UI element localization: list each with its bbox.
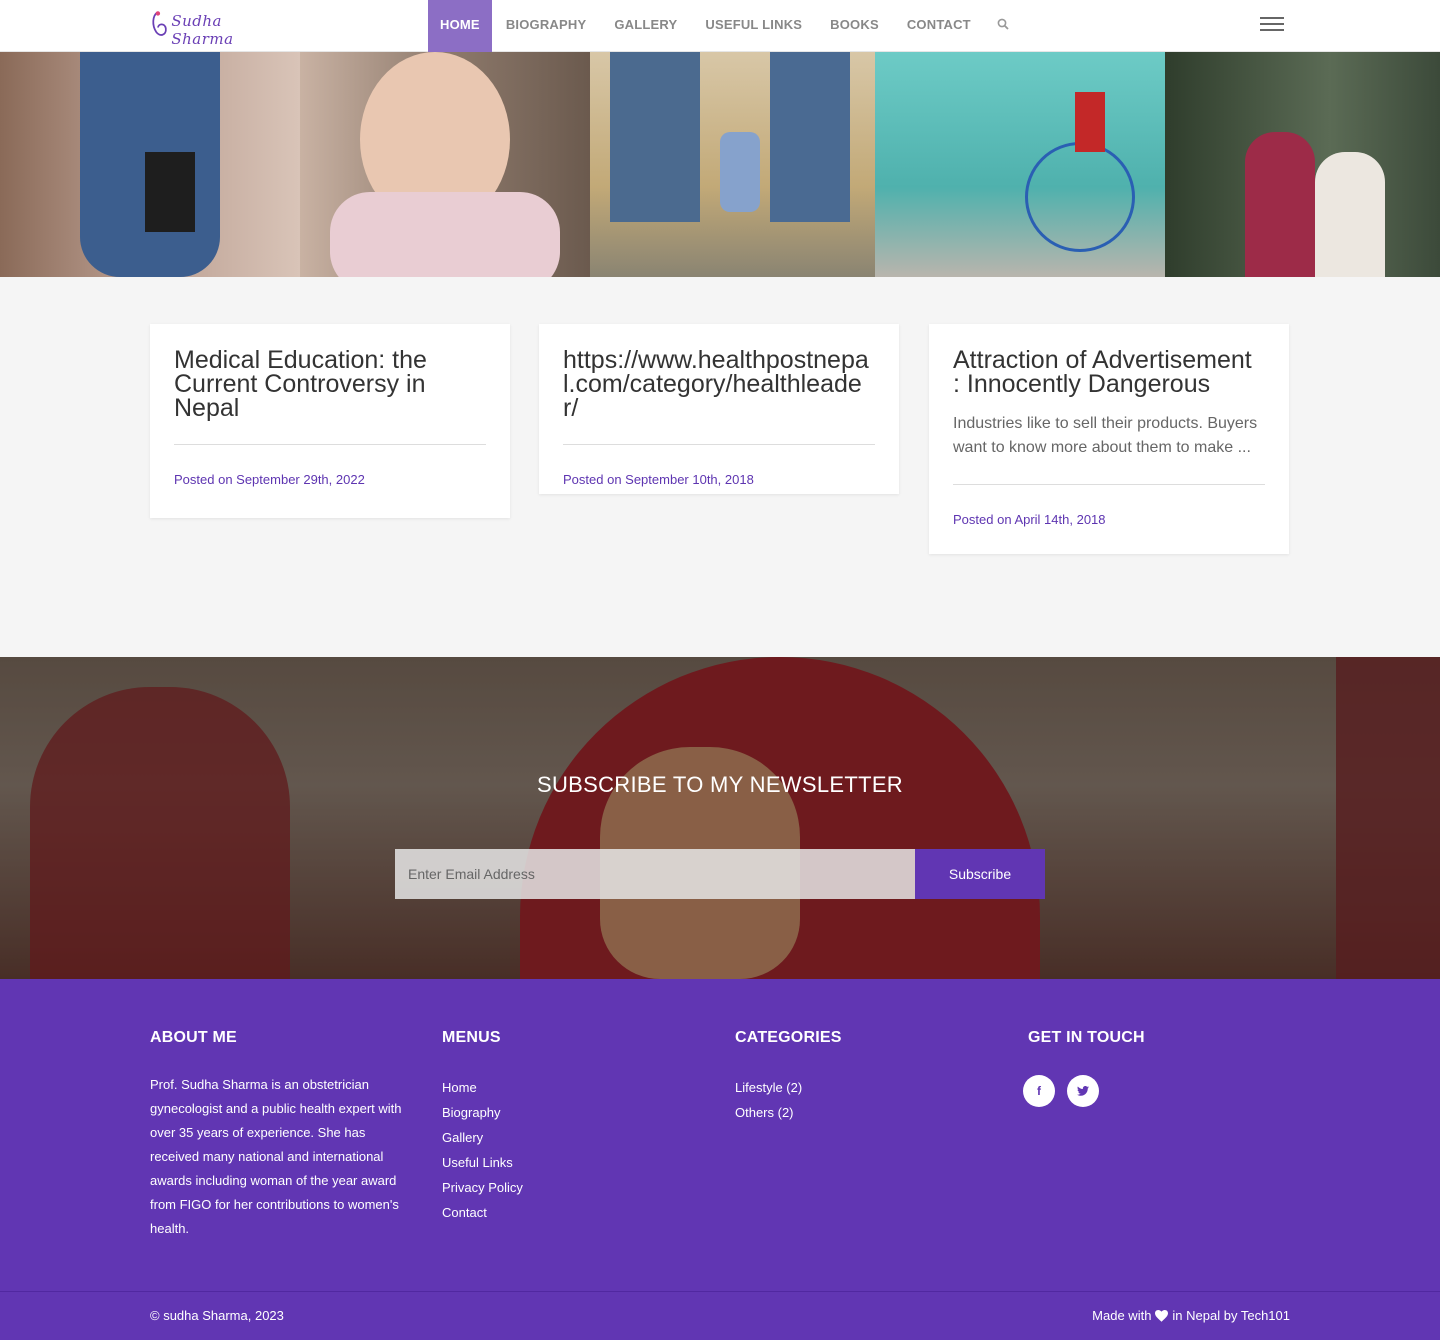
divider	[174, 444, 486, 445]
facebook-icon[interactable]: f	[1023, 1075, 1055, 1107]
footer-link-contact[interactable]: Contact	[442, 1200, 523, 1225]
footer-link-biography[interactable]: Biography	[442, 1100, 523, 1125]
nav-home[interactable]: HOME	[428, 0, 492, 52]
newsletter-heading: SUBSCRIBE TO MY NEWSLETTER	[537, 772, 903, 797]
nav-biography[interactable]: BIOGRAPHY	[492, 0, 601, 52]
nav-gallery[interactable]: GALLERY	[600, 0, 691, 52]
hero-photo-women	[1165, 52, 1440, 277]
hero-photo-family	[590, 52, 875, 277]
footer-link-privacy-policy[interactable]: Privacy Policy	[442, 1175, 523, 1200]
made-prefix: Made with	[1092, 1308, 1152, 1323]
subscribe-button[interactable]: Subscribe	[915, 849, 1045, 899]
post-date: Posted on September 10th, 2018	[563, 472, 754, 487]
top-navbar: Sudha Sharma HOME BIOGRAPHY GALLERY USEF…	[0, 0, 1440, 52]
divider	[563, 444, 875, 445]
hero-photo-baby	[300, 52, 590, 277]
footer-link-home[interactable]: Home	[442, 1075, 523, 1100]
site-logo[interactable]: Sudha Sharma	[150, 6, 275, 48]
footer-menus: MENUS Home Biography Gallery Useful Link…	[442, 1029, 523, 1225]
footer-menus-heading: MENUS	[442, 1029, 501, 1046]
post-date: Posted on April 14th, 2018	[953, 512, 1106, 527]
logo-mark-icon	[152, 11, 167, 36]
search-icon[interactable]	[985, 0, 1021, 52]
hero-photo-pregnant	[0, 52, 300, 277]
made-with-credit: Made with in Nepal by Tech101	[1092, 1308, 1290, 1323]
post-excerpt: Industries like to sell their products. …	[953, 415, 1258, 456]
post-card-1[interactable]: Medical Education: the Current Controver…	[150, 324, 510, 518]
footer-contact-heading: GET IN TOUCH	[1028, 1029, 1145, 1046]
footer-categories-heading: CATEGORIES	[735, 1029, 842, 1046]
divider	[953, 484, 1265, 485]
hero-photo-kids-bike	[875, 52, 1165, 277]
post-title[interactable]: https://www.healthpostnepal.com/category…	[563, 348, 875, 421]
nav-useful-links[interactable]: USEFUL LINKS	[691, 0, 816, 52]
hamburger-icon[interactable]	[1260, 17, 1284, 33]
post-title[interactable]: Attraction of Advertisement : Innocently…	[953, 348, 1265, 397]
heart-icon	[1155, 1309, 1169, 1322]
post-date: Posted on September 29th, 2022	[174, 472, 365, 487]
main-menu: HOME BIOGRAPHY GALLERY USEFUL LINKS BOOK…	[428, 0, 1021, 52]
footer-about: ABOUT ME Prof. Sudha Sharma is an obstet…	[150, 1029, 410, 1241]
twitter-icon[interactable]	[1067, 1075, 1099, 1107]
copyright-text: © sudha Sharma, 2023	[150, 1308, 284, 1323]
made-suffix[interactable]: in Nepal by Tech101	[1172, 1308, 1290, 1323]
post-card-2[interactable]: https://www.healthpostnepal.com/category…	[539, 324, 899, 494]
footer: ABOUT ME Prof. Sudha Sharma is an obstet…	[0, 979, 1440, 1340]
nav-contact[interactable]: CONTACT	[893, 0, 985, 52]
post-card-3[interactable]: Attraction of Advertisement : Innocently…	[929, 324, 1289, 554]
footer-about-text: Prof. Sudha Sharma is an obstetrician gy…	[150, 1077, 402, 1236]
category-lifestyle[interactable]: Lifestyle (2)	[735, 1075, 842, 1100]
footer-categories: CATEGORIES Lifestyle (2) Others (2)	[735, 1029, 842, 1125]
category-others[interactable]: Others (2)	[735, 1100, 842, 1125]
footer-link-gallery[interactable]: Gallery	[442, 1125, 523, 1150]
footer-about-heading: ABOUT ME	[150, 1029, 237, 1046]
hero-banner	[0, 52, 1440, 277]
newsletter-overlay	[0, 657, 1440, 979]
footer-contact: GET IN TOUCH f	[1023, 1029, 1145, 1107]
footer-bottom-bar: © sudha Sharma, 2023 Made with in Nepal …	[0, 1291, 1440, 1340]
email-input[interactable]	[395, 849, 915, 899]
newsletter-section: SUBSCRIBE TO MY NEWSLETTER Subscribe	[0, 657, 1440, 979]
footer-link-useful-links[interactable]: Useful Links	[442, 1150, 523, 1175]
post-title[interactable]: Medical Education: the Current Controver…	[174, 348, 486, 421]
nav-books[interactable]: BOOKS	[816, 0, 893, 52]
logo-text: Sudha Sharma	[171, 12, 234, 48]
